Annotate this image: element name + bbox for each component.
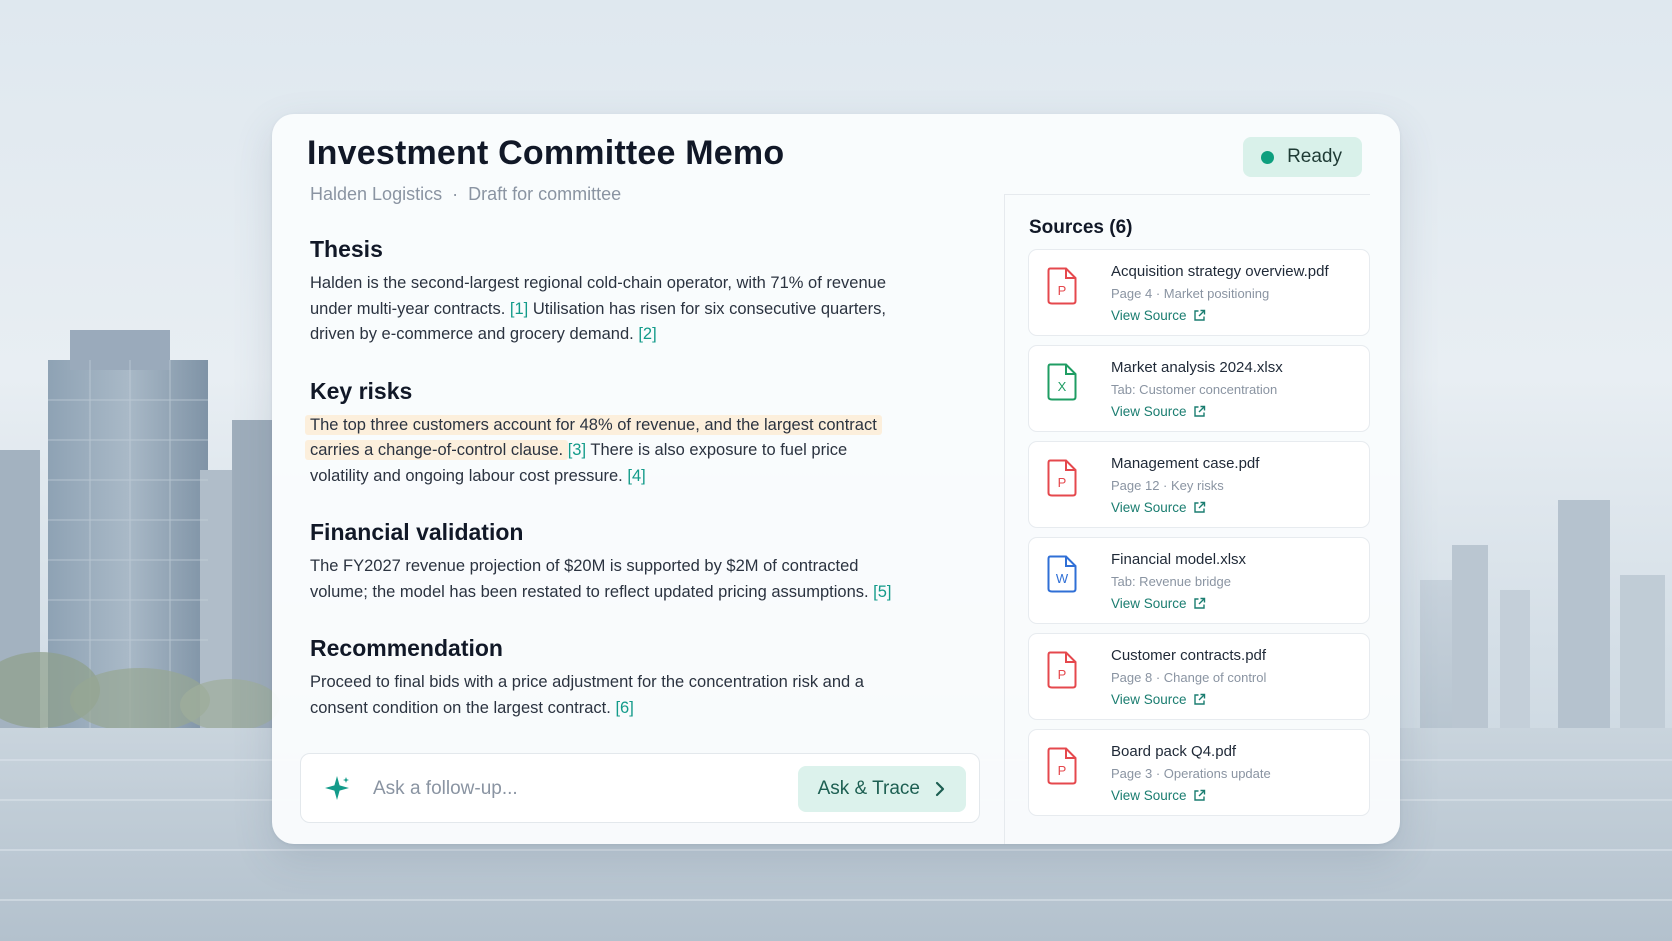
source-name: Market analysis 2024.xlsx — [1111, 359, 1283, 376]
section-text: The FY2027 revenue projection of $20M is… — [310, 554, 910, 605]
citation-link[interactable]: [6] — [615, 699, 633, 717]
company-name: Halden Logistics — [310, 184, 443, 204]
chevron-right-icon — [935, 781, 945, 797]
view-source-link[interactable]: View Source — [1111, 500, 1206, 515]
source-name: Board pack Q4.pdf — [1111, 743, 1237, 760]
svg-text:W: W — [1056, 571, 1069, 586]
source-name: Financial model.xlsx — [1111, 551, 1247, 568]
sparkle-icon — [325, 776, 349, 800]
source-card[interactable]: X Market analysis 2024.xlsx Tab: Custome… — [1028, 345, 1370, 432]
source-card[interactable]: P Acquisition strategy overview.pdf Page… — [1028, 249, 1370, 336]
status-dot-icon — [1261, 150, 1275, 164]
svg-text:P: P — [1058, 667, 1067, 682]
pdf-file-icon: P — [1047, 747, 1077, 785]
view-source-label: View Source — [1111, 692, 1187, 707]
svg-text:P: P — [1058, 475, 1067, 490]
source-card[interactable]: W Financial model.xlsx Tab: Revenue brid… — [1028, 537, 1370, 624]
section-recommendation: Recommendation Proceed to final bids wit… — [310, 635, 910, 721]
pdf-file-icon: P — [1047, 459, 1077, 497]
source-meta: Page 8 · Change of control — [1111, 670, 1267, 685]
external-link-icon — [1193, 597, 1205, 609]
memo-card: Investment Committee Memo Halden Logisti… — [272, 114, 1400, 844]
source-card[interactable]: P Management case.pdf Page 12 · Key risk… — [1028, 441, 1370, 528]
view-source-label: View Source — [1111, 500, 1187, 515]
source-meta: Tab: Customer concentration — [1111, 382, 1278, 397]
memo-body: Thesis Halden is the second-largest regi… — [305, 236, 910, 751]
view-source-link[interactable]: View Source — [1111, 788, 1206, 803]
source-card[interactable]: P Board pack Q4.pdf Page 3 · Operations … — [1028, 729, 1370, 816]
external-link-icon — [1193, 789, 1205, 801]
excel-file-icon: X — [1047, 363, 1077, 401]
status-label: Ready — [1287, 146, 1342, 167]
follow-up-input[interactable] — [371, 772, 755, 806]
source-card[interactable]: P Customer contracts.pdf Page 8 · Change… — [1028, 633, 1370, 720]
source-name: Management case.pdf — [1111, 455, 1260, 472]
view-source-label: View Source — [1111, 308, 1187, 323]
view-source-link[interactable]: View Source — [1111, 404, 1206, 419]
citation-link[interactable]: [2] — [638, 325, 656, 343]
view-source-label: View Source — [1111, 596, 1187, 611]
svg-text:P: P — [1058, 763, 1067, 778]
source-meta: Page 4 · Market positioning — [1111, 286, 1270, 301]
section-text: The top three customers account for 48% … — [305, 413, 910, 490]
section-key-risks: Key risks The top three customers accoun… — [305, 377, 910, 490]
svg-text:X: X — [1058, 379, 1067, 394]
header-divider — [1005, 194, 1370, 195]
view-source-link[interactable]: View Source — [1111, 308, 1206, 323]
section-text: Proceed to final bids with a price adjus… — [310, 670, 910, 721]
citation-link[interactable]: [5] — [873, 583, 891, 601]
citation-link[interactable]: [1] — [510, 300, 528, 318]
section-heading: Recommendation — [310, 635, 503, 661]
memo-subtitle: Halden Logistics · Draft for committee — [310, 184, 621, 205]
citation-link[interactable]: [4] — [627, 467, 645, 485]
external-link-icon — [1193, 693, 1205, 705]
recommendation-text-1: Proceed to final bids with a price adjus… — [310, 673, 864, 717]
source-meta: Page 3 · Operations update — [1111, 766, 1271, 781]
section-heading: Key risks — [310, 377, 413, 404]
ask-bar: Ask & Trace — [300, 753, 980, 823]
view-source-label: View Source — [1111, 404, 1187, 419]
column-divider — [1004, 194, 1005, 844]
section-heading: Thesis — [310, 236, 383, 262]
subtitle-separator: · — [452, 184, 459, 204]
source-meta: Page 12 · Key risks — [1111, 478, 1224, 493]
external-link-icon — [1193, 309, 1205, 321]
pdf-file-icon: P — [1047, 651, 1077, 689]
svg-text:P: P — [1058, 283, 1067, 298]
page-title: Investment Committee Memo — [307, 134, 785, 172]
word-file-icon: W — [1047, 555, 1077, 593]
source-name: Customer contracts.pdf — [1111, 647, 1267, 664]
financial-text-1: The FY2027 revenue projection of $20M is… — [310, 557, 869, 601]
external-link-icon — [1193, 405, 1205, 417]
section-financial-validation: Financial validation The FY2027 revenue … — [310, 519, 910, 605]
section-thesis: Thesis Halden is the second-largest regi… — [310, 236, 910, 348]
source-list: P Acquisition strategy overview.pdf Page… — [1028, 249, 1370, 825]
source-meta: Tab: Revenue bridge — [1111, 574, 1231, 589]
view-source-label: View Source — [1111, 788, 1187, 803]
citation-link[interactable]: [3] — [568, 441, 586, 459]
view-source-link[interactable]: View Source — [1111, 692, 1206, 707]
sources-heading: Sources (6) — [1029, 217, 1133, 238]
status-badge: Ready — [1243, 137, 1362, 177]
draft-status: Draft for committee — [468, 184, 622, 204]
pdf-file-icon: P — [1047, 267, 1077, 305]
ask-and-trace-button[interactable]: Ask & Trace — [797, 766, 966, 812]
view-source-link[interactable]: View Source — [1111, 596, 1206, 611]
external-link-icon — [1193, 501, 1205, 513]
section-text: Halden is the second-largest regional co… — [310, 271, 910, 348]
section-heading: Financial validation — [310, 519, 524, 545]
source-name: Acquisition strategy overview.pdf — [1111, 263, 1329, 280]
ask-button-label: Ask & Trace — [817, 778, 920, 799]
